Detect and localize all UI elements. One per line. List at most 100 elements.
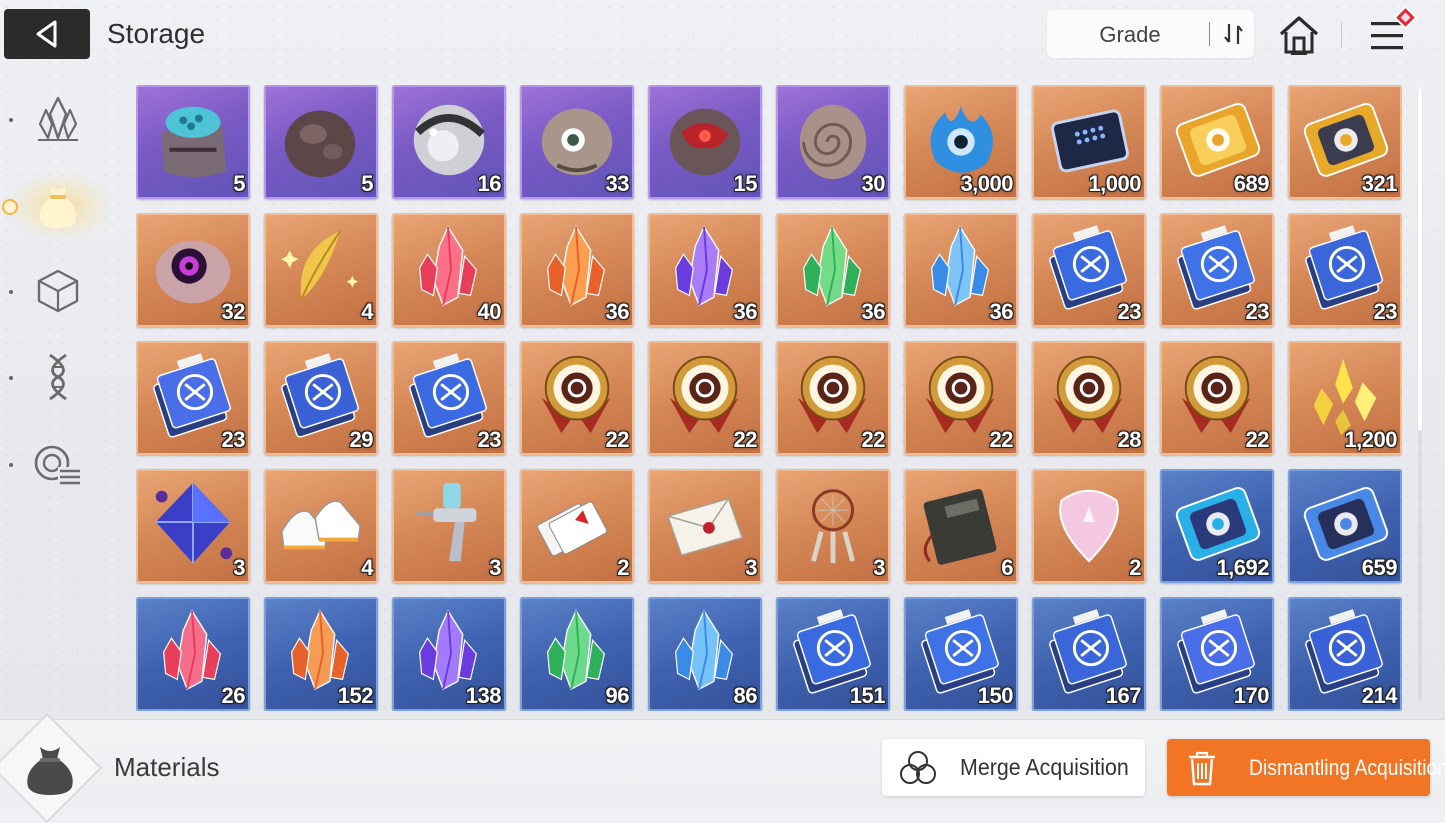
item-slot[interactable]: 22 [648,341,762,455]
item-count: 36 [733,299,758,324]
item-slot[interactable]: 2 [520,469,634,583]
sidebar-item-targets[interactable] [20,435,96,495]
item-slot[interactable]: 36 [520,213,634,327]
item-count: 32 [221,299,246,324]
item-slot[interactable]: 32 [136,213,250,327]
sidebar-item-crystals[interactable] [20,89,96,149]
item-count: 152 [337,683,374,708]
item-slot[interactable]: 214 [1288,597,1402,711]
sidebar-item-genes[interactable] [20,347,96,407]
item-slot[interactable]: 167 [1032,597,1146,711]
item-slot[interactable]: 40 [392,213,506,327]
dismantling-acquisition-button[interactable]: Dismantling Acquisition [1167,739,1445,796]
item-slot[interactable]: 3,000 [904,85,1018,199]
item-slot[interactable]: 2 [1032,469,1146,583]
purple-crystal-icon [419,609,478,691]
red-core-rock-icon [669,108,741,176]
home-icon[interactable] [1277,14,1321,56]
item-count: 36 [989,299,1014,324]
item-slot[interactable]: 1,692 [1160,469,1274,583]
back-button[interactable] [4,9,90,59]
item-slot[interactable]: 1,200 [1288,341,1402,455]
item-count: 26 [221,683,246,708]
item-slot[interactable]: 151 [776,597,890,711]
item-slot[interactable]: 22 [904,341,1018,455]
category-sidebar [0,85,130,505]
item-slot[interactable]: 4 [264,469,378,583]
item-slot[interactable]: 5 [136,85,250,199]
item-slot[interactable]: 29 [264,341,378,455]
item-count: 170 [1233,683,1270,708]
blue-flame-eye-icon [930,106,994,173]
wing-manual-icon [1177,609,1255,694]
item-slot[interactable]: 28 [1032,341,1146,455]
spiral-shell-icon [799,104,867,180]
item-slot[interactable]: 321 [1288,85,1402,199]
item-slot[interactable]: 1,000 [1032,85,1146,199]
item-count: 689 [1233,171,1270,196]
item-slot[interactable]: 23 [392,341,506,455]
item-slot[interactable]: 22 [520,341,634,455]
menu-icon[interactable] [1367,5,1423,57]
item-count: 321 [1361,171,1398,196]
item-slot[interactable]: 3 [136,469,250,583]
item-count: 2 [1129,555,1141,580]
item-slot[interactable]: 3 [392,469,506,583]
item-slot[interactable]: 16 [392,85,506,199]
playing-cards-icon [536,501,608,557]
target-manual-icon [1049,609,1127,694]
item-slot[interactable]: 3 [776,469,890,583]
sort-label: Grade [1099,22,1161,47]
item-slot[interactable]: 659 [1288,469,1402,583]
item-slot[interactable]: 6 [904,469,1018,583]
active-tab-marker [2,199,18,215]
item-count: 33 [605,171,630,196]
category-label: Materials [114,752,220,782]
item-slot[interactable]: 36 [904,213,1018,327]
sort-toggle-icon[interactable] [1221,20,1247,48]
item-slot[interactable]: 689 [1160,85,1274,199]
item-slot[interactable]: 22 [776,341,890,455]
item-count: 6 [1001,555,1013,580]
cyclops-skull-icon [541,108,613,176]
merge-circles-icon [900,751,936,784]
item-slot[interactable]: 33 [520,85,634,199]
item-count: 23 [221,427,246,452]
item-slot[interactable]: 23 [136,341,250,455]
item-count: 22 [861,427,886,452]
item-slot[interactable]: 170 [1160,597,1274,711]
item-slot[interactable]: 22 [1160,341,1274,455]
sidebar-item-materials[interactable] [20,175,96,235]
back-arrow-icon [36,20,57,48]
pouch-icon [39,186,77,228]
item-slot[interactable]: 23 [1288,213,1402,327]
sidebar-item-cubes[interactable] [20,261,96,321]
item-slot[interactable]: 26 [136,597,250,711]
item-slot[interactable]: 138 [392,597,506,711]
target-list-icon [34,445,80,487]
orange-crystal-icon [547,225,606,307]
item-slot[interactable]: 96 [520,597,634,711]
item-slot[interactable]: 23 [1160,213,1274,327]
nav-dot [9,118,13,122]
item-count: 4 [361,299,373,324]
item-slot[interactable]: 30 [776,85,890,199]
item-slot[interactable]: 4 [264,213,378,327]
merge-acquisition-button[interactable]: Merge Acquisition [882,739,1145,796]
header-divider [1341,22,1342,48]
item-slot[interactable]: 152 [264,597,378,711]
item-slot[interactable]: 3 [648,469,762,583]
sort-grade-button[interactable]: Grade [1047,10,1254,58]
item-count: 36 [605,299,630,324]
item-slot[interactable]: 36 [648,213,762,327]
item-slot[interactable]: 86 [648,597,762,711]
scrollbar-thumb[interactable] [1418,88,1422,431]
item-slot[interactable]: 23 [1032,213,1146,327]
item-count: 5 [361,171,373,196]
item-slot[interactable]: 5 [264,85,378,199]
item-count: 138 [465,683,502,708]
item-slot[interactable]: 150 [904,597,1018,711]
item-slot[interactable]: 15 [648,85,762,199]
item-slot[interactable]: 36 [776,213,890,327]
item-count: 214 [1361,683,1398,708]
